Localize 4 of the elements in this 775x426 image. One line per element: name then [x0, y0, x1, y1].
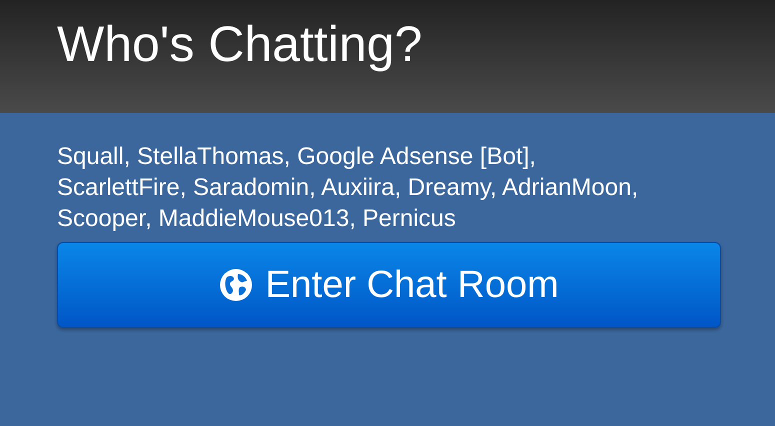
globe-icon — [219, 268, 254, 302]
user-list: Squall, StellaThomas, Google Adsense [Bot], ScarlettFire, Saradomin, Auxiira, Dreamy, AdrianMoon, Scooper, MaddieMouse013, Pernicus — [57, 141, 647, 234]
page-title: Who's Chatting? — [57, 15, 424, 74]
enter-chat-button[interactable]: Enter Chat Room — [57, 242, 721, 328]
